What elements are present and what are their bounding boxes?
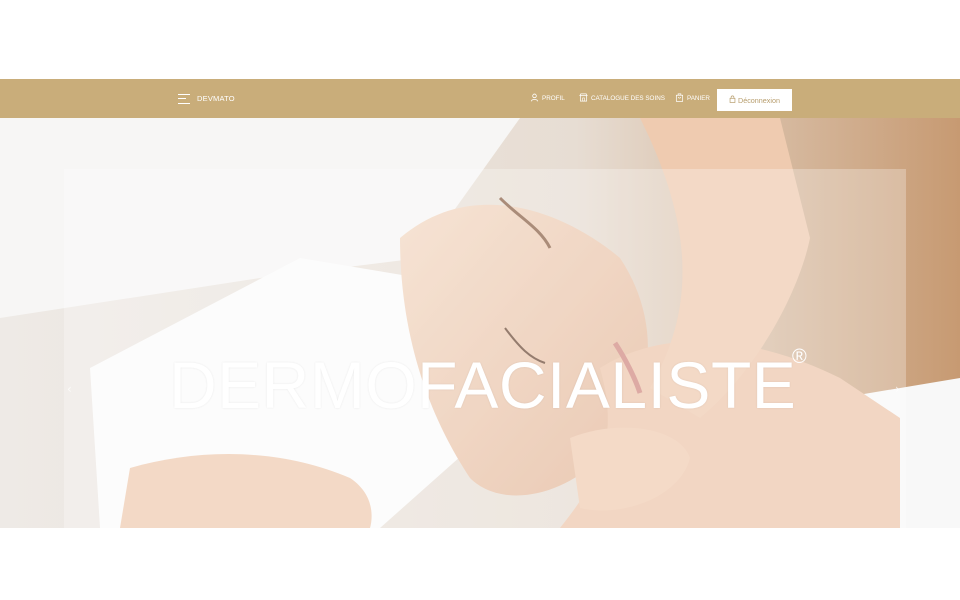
user-icon (530, 93, 539, 104)
nav-profil-link[interactable]: PROFIL (530, 93, 565, 104)
nav-panier-link[interactable]: PANIER (675, 93, 710, 104)
brand-name[interactable]: DEVMATO (197, 94, 235, 103)
store-icon (579, 93, 588, 104)
nav-profil-label: PROFIL (542, 95, 565, 102)
brand-area: DEVMATO (178, 79, 235, 118)
logout-button[interactable]: Déconnexion (717, 89, 792, 111)
hero-title: DERMOFACIALISTE (169, 348, 797, 422)
logout-label: Déconnexion (738, 95, 780, 105)
nav-panier-label: PANIER (687, 95, 710, 102)
lock-icon (729, 95, 736, 105)
hero-carousel: DERMOFACIALISTE ® ‹ › (0, 118, 960, 528)
registered-mark: ® (792, 346, 807, 368)
shopping-bag-icon (675, 93, 684, 104)
nav-catalogue-label: CATALOGUE DES SOINS (591, 95, 665, 102)
top-navbar: DEVMATO PROFIL CATALOGUE DES SOINS PANIE… (0, 79, 960, 118)
hamburger-menu-icon[interactable] (178, 93, 190, 104)
carousel-prev-arrow-icon[interactable]: ‹ (67, 382, 72, 396)
carousel-next-arrow-icon[interactable]: › (895, 382, 900, 396)
nav-catalogue-link[interactable]: CATALOGUE DES SOINS (579, 93, 665, 104)
